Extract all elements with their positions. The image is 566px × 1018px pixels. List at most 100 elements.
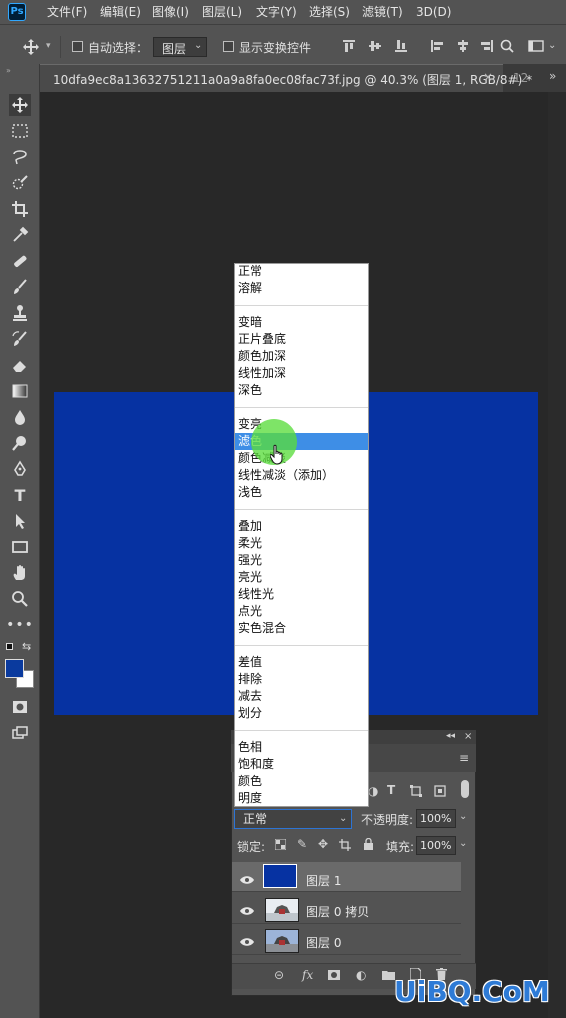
eye-icon[interactable] xyxy=(240,936,254,946)
blur-tool-icon[interactable] xyxy=(9,406,31,428)
eye-icon[interactable] xyxy=(240,905,254,915)
document-tab-2-title[interactable]: 12 xyxy=(513,71,528,85)
auto-select-checkbox[interactable] xyxy=(72,41,83,52)
more-tools-icon[interactable]: ••• xyxy=(6,614,33,636)
default-colors-icon[interactable] xyxy=(6,643,13,650)
lock-all-icon[interactable] xyxy=(363,837,374,850)
filter-type-icon[interactable]: T xyxy=(387,783,395,797)
blend-hard-mix[interactable]: 实色混合 xyxy=(238,620,366,637)
opacity-input[interactable]: 100% xyxy=(416,809,456,828)
search-icon[interactable] xyxy=(500,39,514,53)
tool-preset-chevron-icon[interactable]: ▾ xyxy=(46,41,51,51)
move-tool-icon[interactable] xyxy=(22,38,40,56)
blend-luminosity[interactable]: 明度 xyxy=(238,790,366,807)
eyedropper-tool-icon[interactable] xyxy=(9,224,31,246)
filter-shape-icon[interactable] xyxy=(410,785,422,797)
blend-saturation[interactable]: 饱和度 xyxy=(238,756,366,773)
gradient-tool-icon[interactable] xyxy=(9,380,31,402)
lock-transparent-pixels-icon[interactable] xyxy=(274,838,287,851)
filter-adjustment-icon[interactable]: ◑ xyxy=(368,784,378,798)
blend-hard-light[interactable]: 强光 xyxy=(238,552,366,569)
fill-input[interactable]: 100% xyxy=(416,836,456,855)
auto-select-target-dropdown[interactable]: 图层 ⌄ xyxy=(153,37,207,57)
blend-hue[interactable]: 色相 xyxy=(238,739,366,756)
panel-menu-icon[interactable]: ≡ xyxy=(459,751,469,765)
align-right-icon[interactable] xyxy=(480,39,494,53)
align-top-icon[interactable] xyxy=(342,39,356,53)
show-transform-checkbox[interactable] xyxy=(223,41,234,52)
marquee-tool-icon[interactable] xyxy=(9,120,31,142)
dodge-tool-icon[interactable] xyxy=(9,432,31,454)
path-select-tool-icon[interactable] xyxy=(9,510,31,532)
opacity-chevron-icon[interactable]: ⌄ xyxy=(459,811,467,822)
blend-overlay[interactable]: 叠加 xyxy=(238,518,366,535)
blend-exclusion[interactable]: 排除 xyxy=(238,671,366,688)
quick-mask-icon[interactable] xyxy=(9,696,31,718)
menu-type[interactable]: 文字(Y) xyxy=(256,4,297,20)
blend-lighter-color[interactable]: 浅色 xyxy=(238,484,366,501)
align-left-icon[interactable] xyxy=(430,39,444,53)
pen-tool-icon[interactable] xyxy=(9,458,31,480)
close-icon[interactable]: × xyxy=(464,731,472,742)
healing-brush-tool-icon[interactable] xyxy=(9,250,31,272)
history-brush-tool-icon[interactable] xyxy=(9,328,31,350)
menu-image[interactable]: 图像(I) xyxy=(152,4,189,20)
collapse-panel-icon[interactable]: ◂◂ xyxy=(446,731,455,741)
more-tabs-icon[interactable]: » xyxy=(549,69,556,83)
layer-name[interactable]: 图层 1 xyxy=(306,872,341,889)
zoom-tool-icon[interactable] xyxy=(9,588,31,610)
blend-color[interactable]: 颜色 xyxy=(238,773,366,790)
workspace-chevron-icon[interactable]: ⌄ xyxy=(548,40,556,51)
link-layers-icon[interactable]: ⊝ xyxy=(274,968,284,982)
quick-select-tool-icon[interactable] xyxy=(9,172,31,194)
blend-multiply[interactable]: 正片叠底 xyxy=(238,331,366,348)
blend-difference[interactable]: 差值 xyxy=(238,654,366,671)
brush-tool-icon[interactable] xyxy=(9,276,31,298)
photoshop-logo[interactable]: Ps xyxy=(8,3,26,21)
swap-colors-icon[interactable]: ⇆ xyxy=(22,640,31,653)
blend-linear-light[interactable]: 线性光 xyxy=(238,586,366,603)
fill-chevron-icon[interactable]: ⌄ xyxy=(459,838,467,849)
type-tool-icon[interactable]: T xyxy=(9,484,31,506)
workspace-icon[interactable] xyxy=(528,39,544,53)
blend-darken[interactable]: 变暗 xyxy=(238,314,366,331)
filter-smart-object-icon[interactable] xyxy=(434,785,446,797)
foreground-color-swatch[interactable] xyxy=(5,659,24,678)
blend-divide[interactable]: 划分 xyxy=(238,705,366,722)
move-tool-icon[interactable] xyxy=(9,94,31,116)
adjustment-layer-icon[interactable]: ◐ xyxy=(356,968,366,982)
menu-edit[interactable]: 编辑(E) xyxy=(100,4,141,20)
filter-toggle-switch[interactable] xyxy=(461,780,469,798)
add-mask-icon[interactable] xyxy=(328,969,340,980)
blend-vivid-light[interactable]: 亮光 xyxy=(238,569,366,586)
eye-icon[interactable] xyxy=(240,874,254,884)
blend-soft-light[interactable]: 柔光 xyxy=(238,535,366,552)
lock-position-icon[interactable]: ✥ xyxy=(318,837,328,851)
close-icon[interactable]: × xyxy=(483,70,493,84)
align-hcenter-icon[interactable] xyxy=(456,39,470,53)
align-bottom-icon[interactable] xyxy=(394,39,408,53)
blend-darker-color[interactable]: 深色 xyxy=(238,382,366,399)
menu-filter[interactable]: 滤镜(T) xyxy=(362,4,403,20)
blend-pin-light[interactable]: 点光 xyxy=(238,603,366,620)
fx-icon[interactable]: fx xyxy=(302,968,313,982)
clone-stamp-tool-icon[interactable] xyxy=(9,302,31,324)
menu-file[interactable]: 文件(F) xyxy=(47,4,87,20)
blend-color-burn[interactable]: 颜色加深 xyxy=(238,348,366,365)
blend-mode-dropdown[interactable]: 正常 ⌄ xyxy=(234,809,352,829)
screen-mode-icon[interactable] xyxy=(9,722,31,744)
lock-image-pixels-icon[interactable]: ✎ xyxy=(297,837,307,851)
align-vcenter-icon[interactable] xyxy=(368,39,382,53)
layer-name[interactable]: 图层 0 xyxy=(306,934,341,951)
blend-normal[interactable]: 正常 xyxy=(238,263,366,280)
blend-subtract[interactable]: 减去 xyxy=(238,688,366,705)
blend-linear-dodge[interactable]: 线性减淡（添加） xyxy=(238,467,366,484)
eraser-tool-icon[interactable] xyxy=(9,354,31,376)
layer-name[interactable]: 图层 0 拷贝 xyxy=(306,903,369,920)
menu-layer[interactable]: 图层(L) xyxy=(202,4,242,20)
collapse-toolbar-icon[interactable]: » xyxy=(6,66,11,75)
hand-tool-icon[interactable] xyxy=(9,562,31,584)
menu-select[interactable]: 选择(S) xyxy=(309,4,350,20)
rectangle-tool-icon[interactable] xyxy=(9,536,31,558)
blend-dissolve[interactable]: 溶解 xyxy=(238,280,366,297)
